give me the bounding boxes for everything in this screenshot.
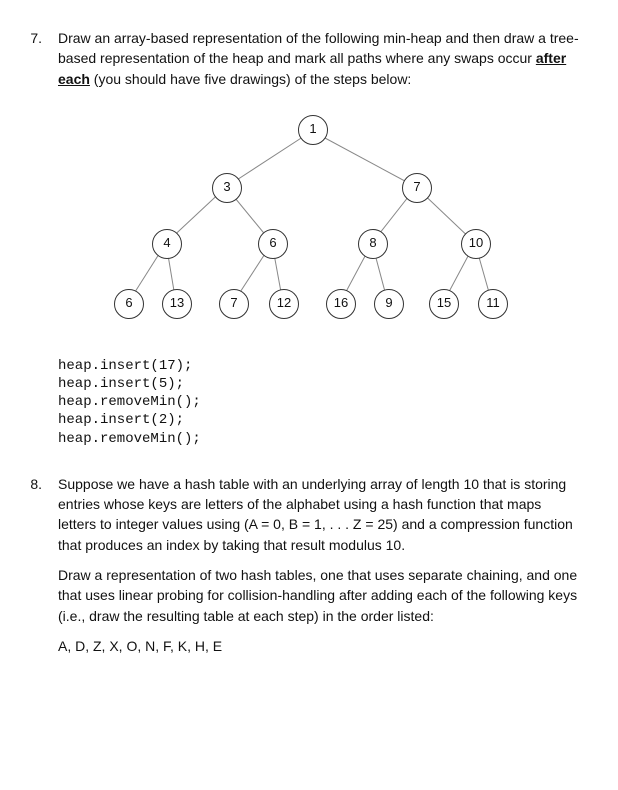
- tree-node: 3: [212, 173, 242, 203]
- tree-node: 11: [478, 289, 508, 319]
- text-part: Draw an array-based representation of th…: [58, 30, 579, 66]
- problem-8-text-p2: Draw a representation of two hash tables…: [58, 565, 582, 626]
- tree-node: 13: [162, 289, 192, 319]
- tree-node: 1: [298, 115, 328, 145]
- tree-node: 9: [374, 289, 404, 319]
- text-part: (you should have five drawings) of the s…: [90, 71, 411, 87]
- problem-8: 8. Suppose we have a hash table with an …: [24, 474, 582, 666]
- tree-node: 4: [152, 229, 182, 259]
- problem-number: 7.: [24, 28, 42, 448]
- tree-node: 15: [429, 289, 459, 319]
- heap-tree-diagram: 1 3 7 4 6 8 10 6 13 7 12 16 9 15 11: [58, 109, 528, 339]
- tree-node: 16: [326, 289, 356, 319]
- problem-body: Draw an array-based representation of th…: [58, 28, 582, 448]
- tree-node: 7: [402, 173, 432, 203]
- tree-node: 7: [219, 289, 249, 319]
- tree-node: 6: [258, 229, 288, 259]
- tree-node: 10: [461, 229, 491, 259]
- tree-node: 8: [358, 229, 388, 259]
- problem-body: Suppose we have a hash table with an und…: [58, 474, 582, 666]
- heap-operations-code: heap.insert(17); heap.insert(5); heap.re…: [58, 357, 582, 448]
- problem-7: 7. Draw an array-based representation of…: [24, 28, 582, 448]
- problem-number: 8.: [24, 474, 42, 666]
- problem-8-text-p1: Suppose we have a hash table with an und…: [58, 474, 582, 555]
- problem-8-keys: A, D, Z, X, O, N, F, K, H, E: [58, 636, 582, 656]
- tree-node: 6: [114, 289, 144, 319]
- tree-node: 12: [269, 289, 299, 319]
- problem-7-text: Draw an array-based representation of th…: [58, 28, 582, 89]
